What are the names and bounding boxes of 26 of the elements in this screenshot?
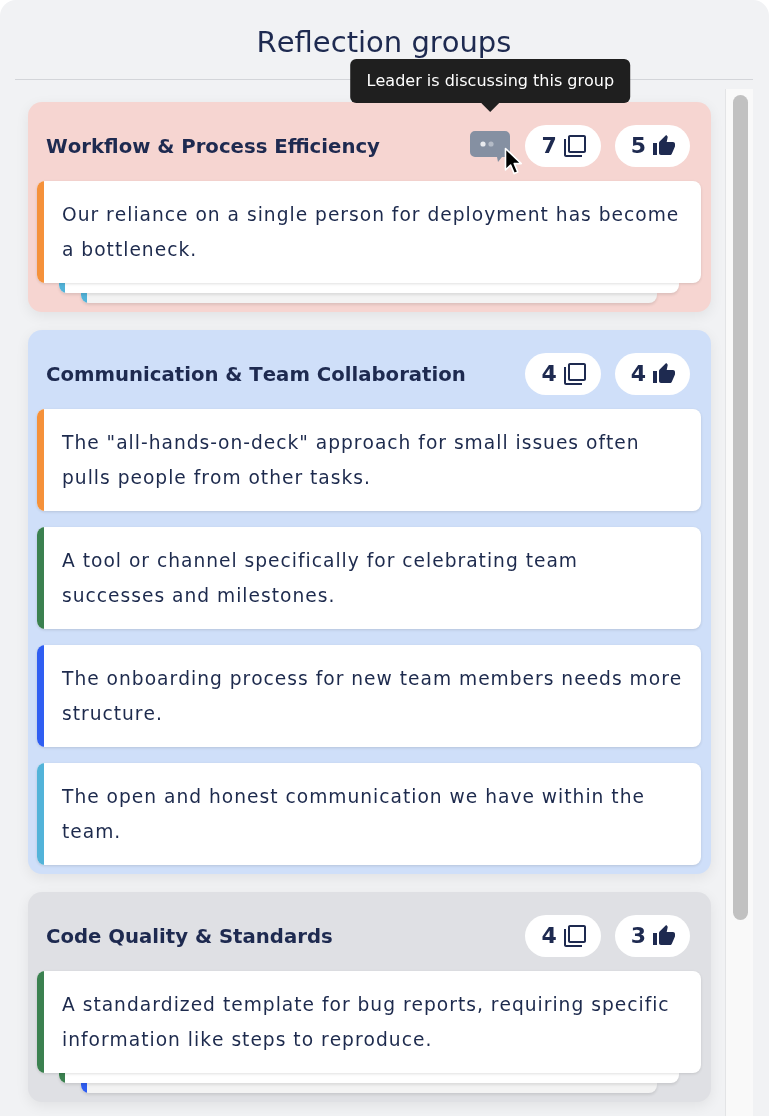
reflection-text: A standardized template for bug reports, requiring specific information like steps to reproduce. [61,993,671,1052]
vote-count: 3 [630,923,646,949]
reflection-text: Our reliance on a single person for deployment has become a bottleneck. [61,203,681,262]
reflection-count: 4 [541,361,557,387]
group-title: Code Quality & Standards [46,924,334,948]
scrollbar-thumb[interactable] [733,95,748,920]
vote-count: 4 [630,361,646,387]
group-title: Workflow & Process Efficiency [46,134,381,158]
reflection-text: The "all-hands-on-deck" approach for small issues often pulls people from other tasks. [61,431,641,490]
reflection-text: The open and honest communication we have within the team. [61,785,646,844]
reflection-count: 7 [541,133,557,159]
copy-icon [562,134,587,158]
thumbs-up-icon [652,924,676,948]
group-title: Communication & Team Collaboration [46,362,467,386]
tooltip-pointer-icon [481,102,500,112]
mouse-cursor-icon [504,146,525,176]
thumbs-up-icon [652,134,676,158]
copy-icon [562,924,587,948]
tooltip: Leader is discussing this group [350,58,631,103]
thumbs-up-icon [652,362,676,386]
copy-icon [562,362,587,386]
reflection-text: The onboarding process for new team members needs more structure. [61,667,684,726]
reflection-text: A tool or channel specifically for celebrating team successes and milestones. [61,549,579,608]
panel-title: Reflection groups [256,23,512,60]
reflection-count: 4 [541,923,557,949]
vote-count: 5 [630,133,646,159]
